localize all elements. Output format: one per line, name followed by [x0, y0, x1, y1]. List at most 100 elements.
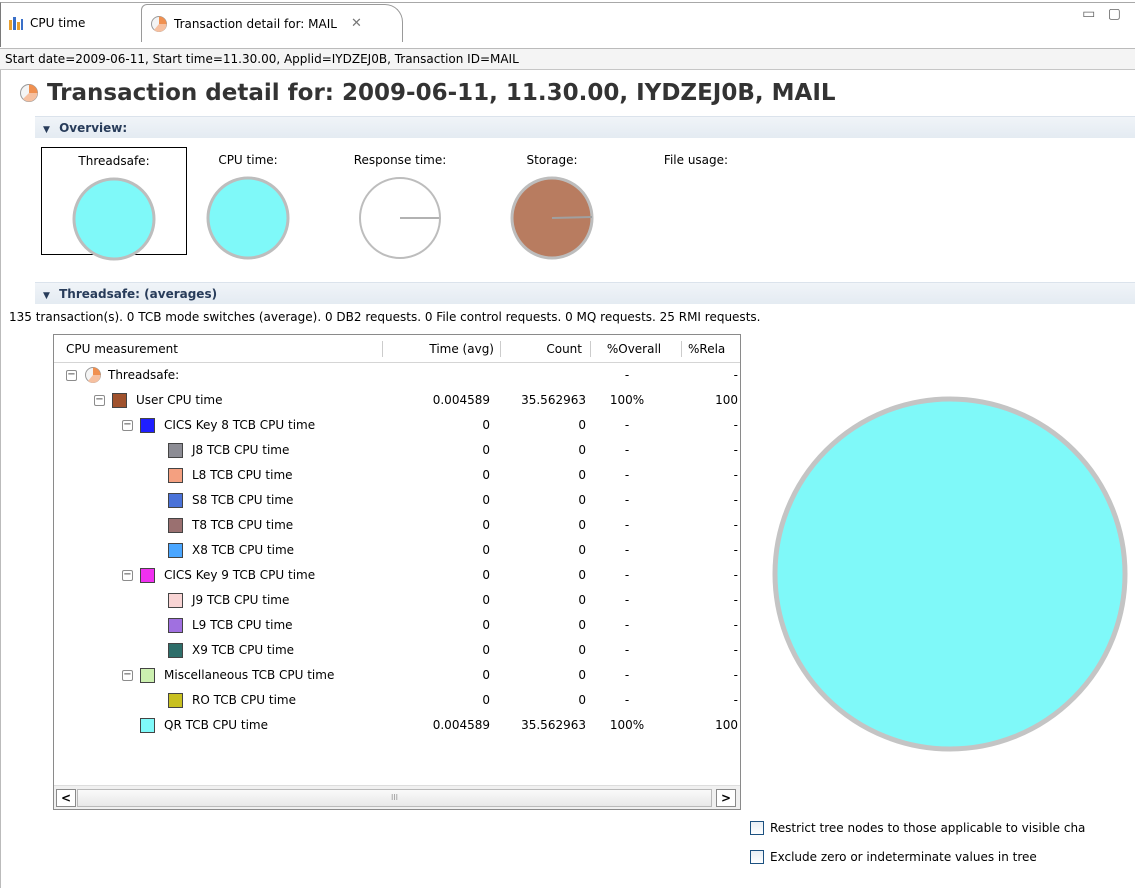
row-label: CICS Key 8 TCB CPU time: [164, 418, 316, 432]
color-swatch-icon: [140, 668, 155, 683]
overview-file-usage[interactable]: File usage:: [641, 153, 751, 175]
row-count: 0: [578, 668, 586, 682]
threadsafe-large-pie-chart: [772, 396, 1128, 752]
scroll-right-button[interactable]: >: [716, 789, 736, 807]
overview-threadsafe[interactable]: Threadsafe:: [41, 147, 187, 261]
color-swatch-icon: [168, 468, 183, 483]
row-percent-overall: -: [624, 568, 630, 582]
row-percent-relative: -: [733, 418, 738, 432]
column-header-time[interactable]: Time (avg): [394, 335, 494, 363]
checkbox-box[interactable]: [750, 821, 764, 835]
exclude-zero-values-checkbox[interactable]: Exclude zero or indeterminate values in …: [750, 850, 1037, 864]
row-label: S8 TCB CPU time: [192, 493, 294, 507]
collapse-toggle-icon[interactable]: −: [122, 420, 133, 431]
row-label: QR TCB CPU time: [164, 718, 268, 732]
row-count: 0: [578, 568, 586, 582]
overview-section-header[interactable]: ▼ Overview:: [35, 116, 1135, 138]
color-swatch-icon: [168, 693, 183, 708]
tab-label: Transaction detail for: MAIL: [174, 16, 337, 31]
row-percent-relative: -: [733, 668, 738, 682]
tree-row[interactable]: − Threadsafe: - -: [54, 363, 740, 388]
row-time-avg: 0.004589: [432, 718, 490, 732]
horizontal-scrollbar[interactable]: < III >: [54, 785, 740, 809]
row-percent-relative: -: [733, 368, 738, 382]
checkbox-box[interactable]: [750, 850, 764, 864]
cpu-measurement-tree[interactable]: CPU measurement Time (avg) Count %Overal…: [53, 334, 741, 810]
row-percent-relative: 100: [715, 718, 738, 732]
row-percent-relative: -: [733, 443, 738, 457]
collapse-toggle-icon[interactable]: −: [94, 395, 105, 406]
threadsafe-pie-chart: [72, 177, 156, 261]
section-title: Overview:: [59, 121, 128, 135]
tree-row[interactable]: J8 TCB CPU time 0 0 - -: [54, 438, 740, 463]
row-percent-overall: -: [624, 468, 630, 482]
tree-row[interactable]: − CICS Key 8 TCB CPU time 0 0 - -: [54, 413, 740, 438]
overview-label: CPU time:: [218, 153, 278, 167]
tree-row[interactable]: − Miscellaneous TCB CPU time 0 0 - -: [54, 663, 740, 688]
collapse-toggle-icon[interactable]: −: [122, 670, 133, 681]
tree-row[interactable]: J9 TCB CPU time 0 0 - -: [54, 588, 740, 613]
row-percent-relative: -: [733, 593, 738, 607]
row-percent-overall: -: [624, 593, 630, 607]
checkbox-label: Restrict tree nodes to those applicable …: [770, 821, 1086, 835]
row-time-avg: 0: [482, 593, 490, 607]
row-label: CICS Key 9 TCB CPU time: [164, 568, 316, 582]
column-header-measurement[interactable]: CPU measurement: [66, 335, 366, 363]
tree-row[interactable]: L8 TCB CPU time 0 0 - -: [54, 463, 740, 488]
close-icon[interactable]: ✕: [351, 16, 362, 31]
tree-row[interactable]: RO TCB CPU time 0 0 - -: [54, 688, 740, 713]
editor-content: Transaction detail for: 2009-06-11, 11.3…: [0, 70, 1135, 888]
row-label: X9 TCB CPU time: [192, 643, 295, 657]
tree-row[interactable]: T8 TCB CPU time 0 0 - -: [54, 513, 740, 538]
collapse-toggle-icon[interactable]: −: [122, 570, 133, 581]
window-controls[interactable]: ▭ ▢: [1082, 6, 1125, 22]
collapse-toggle-icon[interactable]: −: [66, 370, 77, 381]
pie-chart-icon: [84, 366, 102, 387]
tree-row[interactable]: − CICS Key 9 TCB CPU time 0 0 - -: [54, 563, 740, 588]
tree-row[interactable]: S8 TCB CPU time 0 0 - -: [54, 488, 740, 513]
row-time-avg: 0: [482, 443, 490, 457]
column-header-overall[interactable]: %Overall: [596, 335, 672, 363]
scroll-left-button[interactable]: <: [56, 789, 76, 807]
row-count: 0: [578, 468, 586, 482]
row-time-avg: 0: [482, 618, 490, 632]
row-percent-overall: -: [624, 493, 630, 507]
row-time-avg: 0: [482, 418, 490, 432]
overview-cpu-time[interactable]: CPU time:: [193, 153, 303, 264]
column-header-count[interactable]: Count: [506, 335, 582, 363]
row-count: 0: [578, 493, 586, 507]
row-percent-overall: 100%: [609, 718, 645, 732]
row-count: 0: [578, 518, 586, 532]
row-percent-overall: -: [624, 693, 630, 707]
transaction-info-line: Start date=2009-06-11, Start time=11.30.…: [0, 48, 1135, 70]
row-time-avg: 0: [482, 468, 490, 482]
scroll-thumb[interactable]: III: [77, 789, 712, 807]
tree-row[interactable]: X9 TCB CPU time 0 0 - -: [54, 638, 740, 663]
row-percent-overall: -: [624, 618, 630, 632]
row-percent-relative: -: [733, 693, 738, 707]
threadsafe-section-header[interactable]: ▼ Threadsafe: (averages): [35, 282, 1135, 304]
overview-response-time[interactable]: Response time:: [345, 153, 455, 264]
row-count: 0: [578, 618, 586, 632]
tree-row[interactable]: X8 TCB CPU time 0 0 - -: [54, 538, 740, 563]
row-label: L9 TCB CPU time: [192, 618, 293, 632]
color-swatch-icon: [168, 518, 183, 533]
restrict-tree-nodes-checkbox[interactable]: Restrict tree nodes to those applicable …: [750, 821, 1085, 835]
tree-row[interactable]: − User CPU time 0.004589 35.562963 100% 100: [54, 388, 740, 413]
column-header-relative[interactable]: %Rela: [688, 335, 740, 363]
row-percent-relative: -: [733, 543, 738, 557]
row-percent-relative: -: [733, 618, 738, 632]
row-percent-overall: -: [624, 418, 630, 432]
row-count: 0: [578, 443, 586, 457]
row-label: X8 TCB CPU time: [192, 543, 295, 557]
expand-triangle-icon: ▼: [43, 291, 50, 301]
color-swatch-icon: [140, 418, 155, 433]
row-time-avg: 0: [482, 568, 490, 582]
tree-row[interactable]: QR TCB CPU time 0.004589 35.562963 100% 100: [54, 713, 740, 738]
color-swatch-icon: [168, 443, 183, 458]
overview-storage[interactable]: Storage:: [497, 153, 607, 264]
tab-transaction-detail[interactable]: Transaction detail for: MAIL ✕: [141, 4, 403, 42]
row-time-avg: 0: [482, 493, 490, 507]
tab-cpu-time[interactable]: CPU time: [8, 6, 85, 40]
tree-row[interactable]: L9 TCB CPU time 0 0 - -: [54, 613, 740, 638]
